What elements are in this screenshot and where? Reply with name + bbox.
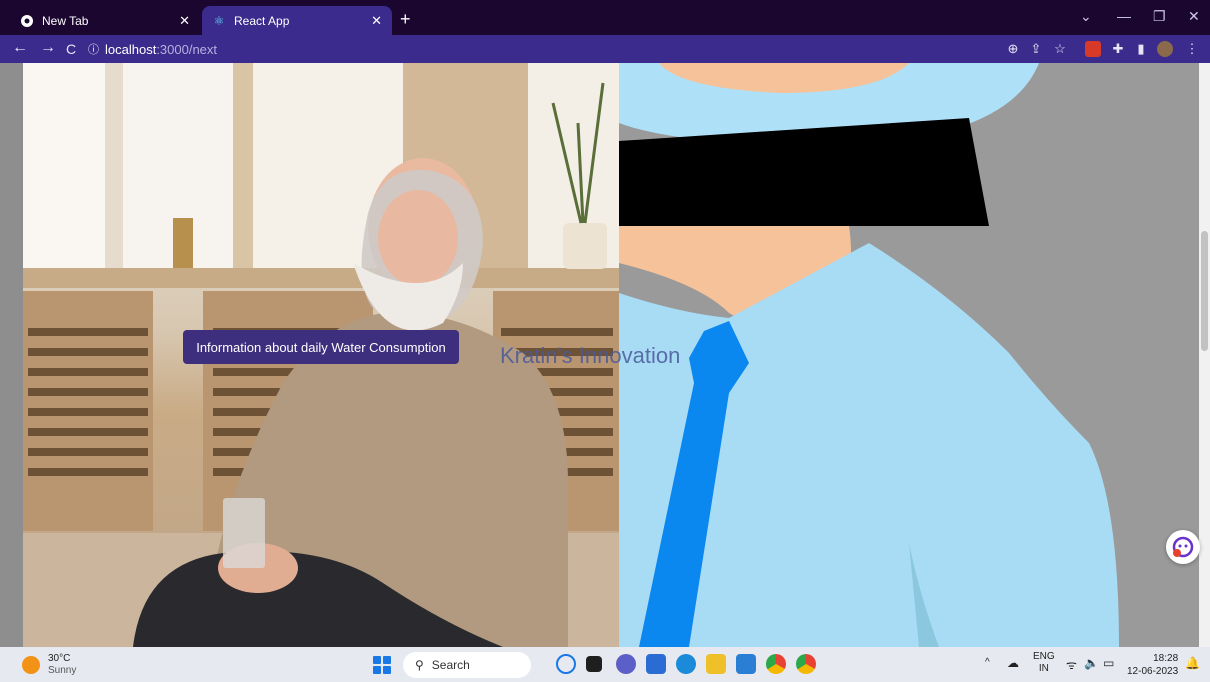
site-info-icon[interactable]: ⓘ xyxy=(88,41,99,57)
search-label: Search xyxy=(431,658,470,672)
sun-icon xyxy=(22,656,40,674)
tab-label: React App xyxy=(234,13,290,28)
page-viewport: Information about daily Water Consumptio… xyxy=(0,63,1210,647)
minimize-button[interactable]: — xyxy=(1117,8,1131,24)
onedrive-icon[interactable]: ☁ xyxy=(1007,656,1019,670)
react-icon: ⚛ xyxy=(213,13,225,28)
extensions-puzzle-icon[interactable]: ✚ xyxy=(1110,41,1126,57)
forward-icon[interactable]: → xyxy=(40,39,56,57)
url-path: :3000/next xyxy=(156,41,218,57)
lang-top: ENG xyxy=(1033,651,1055,662)
weather-desc: Sunny xyxy=(48,665,77,676)
address-bar[interactable]: ⓘ localhost:3000/next xyxy=(88,38,1048,60)
scrollbar-thumb[interactable] xyxy=(1201,231,1208,351)
start-button[interactable] xyxy=(373,656,391,674)
file-explorer-icon[interactable] xyxy=(706,654,726,674)
bing-icon[interactable] xyxy=(556,654,576,674)
menu-dots-icon[interactable]: ⋮ xyxy=(1184,41,1200,57)
edge-icon[interactable] xyxy=(676,654,696,674)
illustration-panel xyxy=(619,63,1199,647)
install-icon[interactable]: ⊕ xyxy=(1005,41,1021,57)
toolbar: ← → C ⓘ localhost:3000/next ⊕ ⇪ ☆ ✚ ▮ ⋮ xyxy=(0,35,1210,63)
profile-avatar[interactable] xyxy=(1157,41,1173,57)
url-host: localhost xyxy=(105,41,157,57)
weather-widget[interactable]: 30°C Sunny xyxy=(22,653,76,677)
reload-icon[interactable]: C xyxy=(66,41,76,57)
chrome-taskbar-icon-2[interactable] xyxy=(796,654,816,674)
back-icon[interactable]: ← xyxy=(12,39,28,57)
close-tab-icon[interactable]: ✕ xyxy=(179,13,190,29)
search-icon: ⚲ xyxy=(415,658,424,672)
taskbar: 30°C Sunny ⚲ Search ^ ☁ ENG IN ᯤ 🔈 ▭ 18:… xyxy=(0,647,1210,682)
teams-chat-icon[interactable] xyxy=(616,654,636,674)
new-tab-button[interactable]: + xyxy=(400,9,411,30)
water-info-button[interactable]: Information about daily Water Consumptio… xyxy=(183,330,459,364)
tray-overflow-icon[interactable]: ^ xyxy=(985,657,990,668)
scrollbar[interactable] xyxy=(1199,63,1210,647)
close-tab-icon[interactable]: ✕ xyxy=(371,13,382,29)
brand-text: Kratin's Innovation xyxy=(500,343,681,368)
left-margin xyxy=(0,63,23,647)
clock[interactable]: 18:28 12-06-2023 xyxy=(1127,652,1178,678)
tab-search-icon[interactable]: ⌄ xyxy=(1080,8,1092,25)
vscode-icon[interactable] xyxy=(736,654,756,674)
bookmark-star-icon[interactable]: ☆ xyxy=(1052,41,1068,57)
taskbar-search[interactable]: ⚲ Search xyxy=(403,652,531,678)
tab-label: New Tab xyxy=(42,13,89,28)
tab-strip: New Tab ✕ ⚛ React App ✕ + ⌄ — ❐ ✕ xyxy=(0,0,1210,35)
store-icon[interactable] xyxy=(646,654,666,674)
chrome-taskbar-icon[interactable] xyxy=(766,654,786,674)
tab-react-app[interactable]: ⚛ React App ✕ xyxy=(202,6,392,35)
clock-date: 12-06-2023 xyxy=(1127,666,1179,677)
close-window-button[interactable]: ✕ xyxy=(1188,8,1200,25)
wifi-icon[interactable]: ᯤ xyxy=(1066,656,1077,673)
chatbot-icon xyxy=(1172,536,1194,558)
weather-temp: 30°C xyxy=(48,653,71,664)
chrome-icon xyxy=(20,14,34,28)
restore-button[interactable]: ❐ xyxy=(1153,8,1166,25)
lang-bottom: IN xyxy=(1038,663,1049,674)
language-indicator[interactable]: ENG IN xyxy=(1033,651,1055,675)
tab-new-tab[interactable]: New Tab ✕ xyxy=(10,6,200,35)
volume-icon[interactable]: 🔈 xyxy=(1084,656,1099,670)
task-view-icon[interactable] xyxy=(586,656,602,672)
side-panel-icon[interactable]: ▮ xyxy=(1133,41,1149,57)
clock-time: 18:28 xyxy=(1153,653,1179,664)
chatbot-button[interactable] xyxy=(1166,530,1200,564)
notification-icon[interactable]: 🔔 xyxy=(1185,656,1200,670)
share-icon[interactable]: ⇪ xyxy=(1028,41,1044,57)
extension-icon[interactable] xyxy=(1085,41,1101,57)
battery-icon[interactable]: ▭ xyxy=(1103,656,1114,670)
